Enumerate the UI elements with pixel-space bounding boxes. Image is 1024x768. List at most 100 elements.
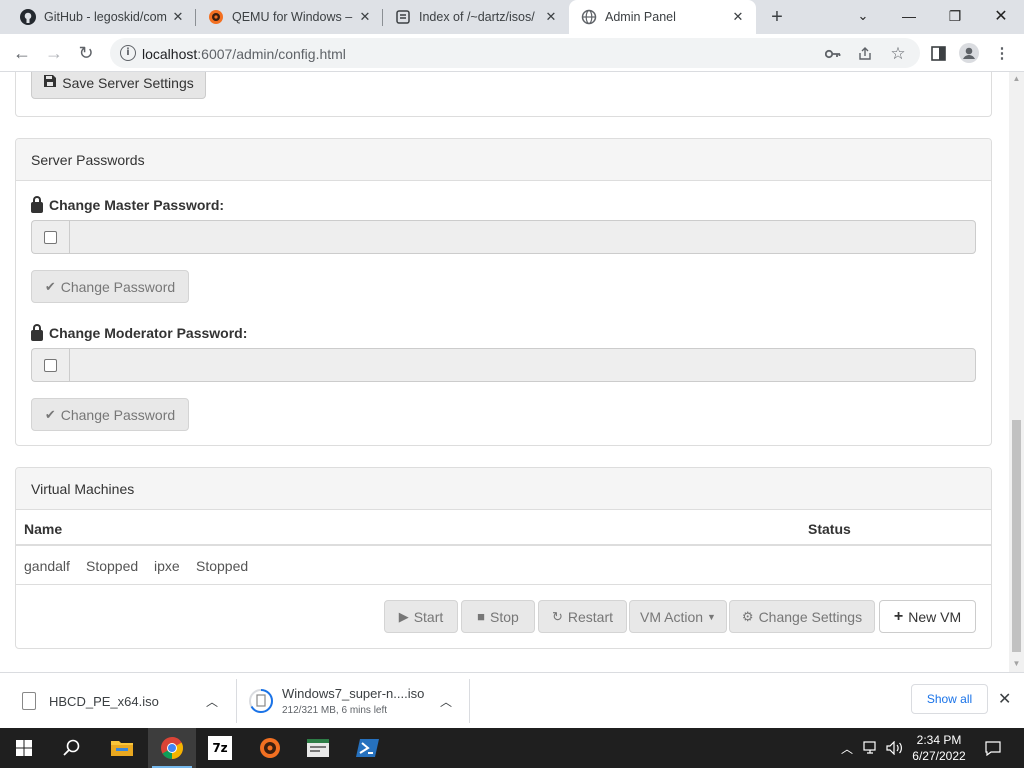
change-password-label: Change Password (60, 278, 176, 295)
site-info-icon[interactable]: i (120, 45, 136, 61)
server-icon (395, 9, 411, 25)
search-icon[interactable] (48, 728, 96, 768)
side-panel-icon[interactable] (926, 41, 950, 65)
moderator-password-label-text: Change Moderator Password: (49, 325, 248, 341)
download-options-chevron-icon[interactable]: ︿ (440, 693, 452, 710)
globe-icon (581, 9, 597, 25)
close-tab-icon[interactable]: ✕ (541, 7, 561, 27)
vm-status-cell: Stopped (86, 558, 139, 574)
window-app-icon[interactable] (294, 728, 342, 768)
start-vm-button[interactable]: ▶ Start (384, 600, 458, 633)
tab-title: Index of /~dartz/isos/ (419, 10, 535, 24)
close-tab-icon[interactable]: ✕ (728, 7, 748, 27)
server-settings-panel: Save Server Settings (15, 72, 992, 117)
key-icon[interactable] (823, 44, 843, 64)
notifications-icon[interactable] (978, 728, 1008, 768)
powershell-icon[interactable] (344, 728, 392, 768)
master-password-enable-checkbox[interactable] (44, 230, 57, 244)
7zip-icon[interactable]: 7z (196, 728, 244, 768)
scroll-down-arrow-icon[interactable]: ▼ (1012, 659, 1021, 669)
master-password-input[interactable] (69, 220, 976, 254)
file-explorer-icon[interactable] (98, 728, 146, 768)
show-all-downloads-button[interactable]: Show all (911, 684, 988, 714)
download-progress-icon (249, 689, 273, 713)
stop-label: Stop (490, 608, 519, 625)
address-bar[interactable]: i localhost:6007/admin/config.html ☆ (110, 38, 920, 68)
page-scrollbar[interactable]: ▲ ▼ (1009, 72, 1024, 672)
change-moderator-password-button[interactable]: ✔ Change Password (31, 398, 189, 431)
reload-icon[interactable]: ↻ (72, 39, 100, 67)
windows-start-icon[interactable] (0, 728, 48, 768)
vm-status-cell: Stopped (196, 558, 249, 574)
vm-action-dropdown[interactable]: VM Action ▼ (629, 600, 727, 633)
change-password-label: Change Password (60, 406, 176, 423)
forward-icon[interactable]: → (40, 39, 68, 67)
tab-title: GitHub - legoskid/com (44, 10, 167, 24)
system-clock[interactable]: 2:34 PM 6/27/2022 (904, 732, 974, 764)
master-password-checkbox-addon (31, 220, 69, 254)
new-vm-button[interactable]: + New VM (879, 600, 976, 633)
stop-vm-button[interactable]: ■ Stop (461, 600, 535, 633)
moderator-password-enable-checkbox[interactable] (44, 358, 57, 372)
change-settings-button[interactable]: ⚙ Change Settings (729, 600, 875, 633)
vm-table-header: Name Status (16, 511, 991, 546)
download-separator (469, 679, 470, 723)
downloads-bar: HBCD_PE_x64.iso ︿ Windows7_super-n....is… (0, 672, 1024, 728)
tab-search-chevron-icon[interactable]: ⌄ (840, 0, 886, 32)
play-icon: ▶ (398, 608, 409, 624)
save-server-settings-button[interactable]: Save Server Settings (31, 72, 206, 99)
tab-title: Admin Panel (605, 10, 676, 24)
moderator-password-input[interactable] (69, 348, 976, 382)
share-icon[interactable] (855, 44, 875, 64)
menu-kebab-icon[interactable]: ⋮ (990, 41, 1014, 65)
table-row[interactable]: gandalf Stopped ipxe Stopped (16, 547, 991, 585)
save-icon (43, 74, 57, 91)
close-tab-icon[interactable]: ✕ (355, 7, 375, 27)
download-status: 212/321 MB, 6 mins left (282, 705, 388, 716)
moderator-password-group (31, 348, 976, 382)
moderator-password-label: Change Moderator Password: (31, 323, 248, 341)
tab-qemu[interactable]: QEMU for Windows – I ✕ (196, 0, 383, 34)
master-password-label: Change Master Password: (31, 195, 224, 213)
tab-admin-panel[interactable]: Admin Panel ✕ (569, 0, 756, 34)
tab-isos-index[interactable]: Index of /~dartz/isos/ ✕ (383, 0, 569, 34)
column-header-status: Status (808, 521, 851, 537)
change-master-password-button[interactable]: ✔ Change Password (31, 270, 189, 303)
qemu-taskbar-icon[interactable] (246, 728, 294, 768)
save-server-settings-label: Save Server Settings (62, 74, 194, 91)
virtual-machines-panel: Virtual Machines Name Status gandalf Sto… (15, 467, 992, 649)
new-vm-label: New VM (908, 608, 962, 625)
new-tab-icon[interactable]: + (766, 6, 788, 28)
chrome-icon[interactable] (148, 728, 196, 768)
download-options-chevron-icon[interactable]: ︿ (206, 693, 218, 710)
download-item-windows7[interactable]: Windows7_super-n....iso 212/321 MB, 6 mi… (248, 679, 424, 723)
change-settings-label: Change Settings (758, 608, 863, 625)
lock-icon (31, 195, 43, 213)
scrollbar-thumb[interactable] (1012, 420, 1021, 652)
back-icon[interactable]: ← (8, 39, 36, 67)
vm-name-cell: gandalf (24, 558, 70, 574)
window-close-icon[interactable]: ✕ (978, 0, 1024, 32)
bookmark-star-icon[interactable]: ☆ (888, 44, 908, 64)
gear-icon: ⚙ (741, 608, 754, 624)
minimize-icon[interactable]: — (886, 0, 932, 32)
restart-vm-button[interactable]: ↻ Restart (538, 600, 627, 633)
virtual-machines-heading: Virtual Machines (16, 468, 991, 510)
profile-avatar-icon[interactable] (957, 41, 981, 65)
download-filename: HBCD_PE_x64.iso (49, 693, 159, 709)
tab-github[interactable]: GitHub - legoskid/com ✕ (8, 0, 196, 34)
caret-down-icon: ▼ (707, 611, 716, 622)
tray-overflow-chevron-icon[interactable]: ︿ (838, 728, 856, 768)
clock-date: 6/27/2022 (912, 749, 966, 763)
restore-icon[interactable]: ❐ (932, 0, 978, 32)
download-item-hbcd[interactable]: HBCD_PE_x64.iso (22, 679, 159, 723)
network-icon[interactable] (861, 728, 883, 768)
checkmark-icon: ✔ (44, 278, 56, 294)
page-viewport: Save Server Settings Server Passwords Ch… (0, 72, 1024, 672)
close-downloads-bar-icon[interactable]: ✕ (998, 689, 1011, 709)
clock-time: 2:34 PM (916, 733, 962, 747)
volume-icon[interactable] (884, 728, 906, 768)
restart-label: Restart (567, 608, 614, 625)
scroll-up-arrow-icon[interactable]: ▲ (1012, 74, 1021, 84)
close-tab-icon[interactable]: ✕ (168, 7, 188, 27)
